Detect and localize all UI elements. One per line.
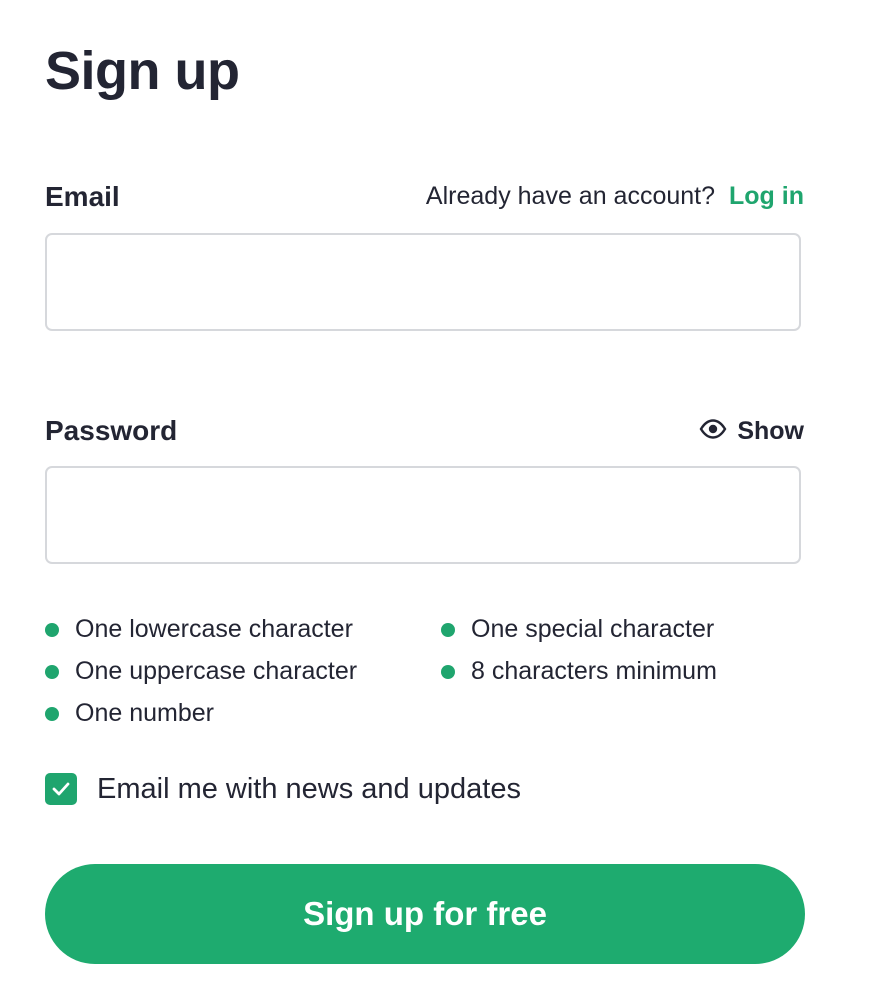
password-field-wrapper	[45, 466, 801, 564]
rule-dot-icon	[441, 622, 455, 637]
rule-text: 8 characters minimum	[471, 657, 717, 685]
eye-icon	[699, 419, 727, 444]
rule-text: One number	[75, 699, 214, 727]
newsletter-label[interactable]: Email me with news and updates	[97, 774, 521, 804]
password-field[interactable]	[47, 468, 799, 562]
page-title: Sign up	[45, 41, 240, 101]
email-label: Email	[45, 181, 120, 212]
password-rule: One uppercase character	[45, 659, 357, 684]
password-label: Password	[45, 415, 178, 446]
show-password-toggle[interactable]: Show	[699, 419, 804, 444]
login-prompt-text: Already have an account?	[425, 182, 716, 210]
login-prompt: Already have an account? Log in	[426, 184, 804, 209]
rule-dot-icon	[45, 706, 59, 721]
rule-dot-icon	[45, 622, 59, 637]
rule-text: One lowercase character	[75, 615, 353, 643]
rule-dot-icon	[45, 664, 59, 679]
password-rule: 8 characters minimum	[441, 659, 717, 684]
rule-text: One special character	[471, 615, 715, 643]
email-field-wrapper	[45, 233, 801, 331]
sign-up-button[interactable]: Sign up for free	[45, 864, 805, 964]
password-rule: One number	[45, 701, 214, 726]
show-label: Show	[737, 417, 804, 445]
email-field[interactable]	[47, 235, 799, 329]
password-rule: One special character	[441, 617, 714, 642]
newsletter-option: Email me with news and updates	[45, 773, 521, 805]
password-rule: One lowercase character	[45, 617, 353, 642]
login-link[interactable]: Log in	[729, 182, 804, 210]
newsletter-checkbox[interactable]	[45, 773, 77, 805]
checkmark-icon	[52, 782, 70, 796]
rule-text: One uppercase character	[75, 657, 358, 685]
rule-dot-icon	[441, 664, 455, 679]
